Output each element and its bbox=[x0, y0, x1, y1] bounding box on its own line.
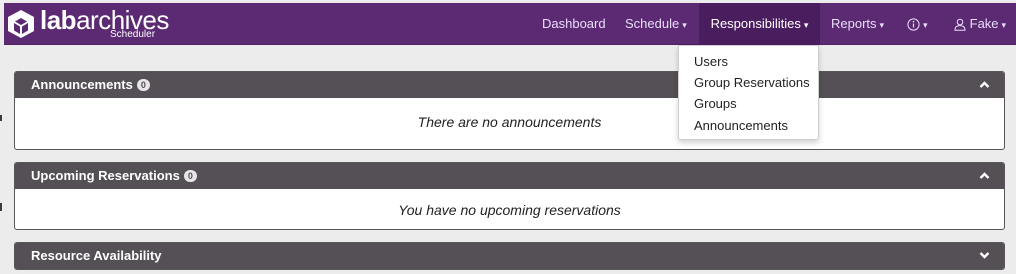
responsibilities-dropdown: Users Group Reservations Groups Announce… bbox=[678, 45, 819, 140]
chevron-up-icon[interactable] bbox=[979, 171, 990, 180]
chevron-down-icon[interactable] bbox=[979, 251, 990, 260]
user-icon bbox=[954, 18, 966, 31]
brand-subtitle: Scheduler bbox=[110, 29, 156, 40]
top-navbar: labarchives Scheduler Dashboard Schedule… bbox=[4, 3, 1016, 45]
upcoming-reservations-panel-header[interactable]: Upcoming Reservations 0 bbox=[15, 163, 1004, 189]
window-edge-mark bbox=[0, 115, 2, 121]
nav-reports-label: Reports bbox=[831, 16, 877, 31]
resource-availability-panel-header[interactable]: Resource Availability bbox=[15, 243, 1004, 269]
count-badge: 0 bbox=[136, 79, 150, 91]
panel-title: Upcoming Reservations bbox=[31, 168, 180, 183]
nav-schedule[interactable]: Schedule ▾ bbox=[625, 3, 687, 45]
upcoming-reservations-panel: Upcoming Reservations 0 You have no upcom… bbox=[14, 162, 1005, 230]
nav-schedule-label: Schedule bbox=[625, 16, 680, 31]
window-edge-mark bbox=[0, 203, 2, 211]
panel-title: Resource Availability bbox=[31, 248, 162, 263]
dropdown-item-group-reservations[interactable]: Group Reservations bbox=[694, 75, 810, 90]
announcements-empty-message: There are no announcements bbox=[417, 114, 602, 130]
nav-dashboard[interactable]: Dashboard bbox=[542, 3, 606, 45]
labarchives-cube-logo-icon bbox=[8, 10, 34, 38]
nav-dashboard-label: Dashboard bbox=[542, 16, 606, 31]
caret-down-icon: ▾ bbox=[1001, 20, 1007, 30]
nav-info[interactable]: ▾ bbox=[907, 3, 928, 45]
resource-availability-panel: Resource Availability bbox=[14, 242, 1005, 270]
announcements-panel: Announcements 0 There are no announcement… bbox=[14, 71, 1005, 150]
dropdown-item-users[interactable]: Users bbox=[694, 54, 728, 69]
nav-responsibilities-label: Responsibilities bbox=[710, 16, 801, 31]
dropdown-item-announcements[interactable]: Announcements bbox=[694, 118, 788, 133]
nav-user-menu[interactable]: Fake ▾ bbox=[954, 3, 1006, 45]
count-badge: 0 bbox=[183, 170, 197, 182]
nav-responsibilities[interactable]: Responsibilities ▾ bbox=[699, 3, 820, 45]
upcoming-reservations-empty-message: You have no upcoming reservations bbox=[398, 202, 621, 218]
nav-reports[interactable]: Reports ▾ bbox=[831, 3, 884, 45]
caret-down-icon: ▾ bbox=[923, 20, 928, 30]
announcements-panel-header[interactable]: Announcements 0 bbox=[15, 72, 1004, 98]
caret-down-icon: ▾ bbox=[682, 20, 687, 30]
dropdown-item-groups[interactable]: Groups bbox=[694, 96, 737, 111]
caret-down-icon: ▾ bbox=[803, 20, 809, 30]
brand-logo[interactable]: labarchives Scheduler bbox=[6, 5, 176, 41]
info-circle-icon bbox=[907, 18, 920, 31]
panel-title: Announcements bbox=[31, 77, 133, 92]
caret-down-icon: ▾ bbox=[879, 20, 885, 30]
chevron-up-icon[interactable] bbox=[979, 80, 990, 89]
nav-user-label: Fake bbox=[969, 16, 999, 31]
